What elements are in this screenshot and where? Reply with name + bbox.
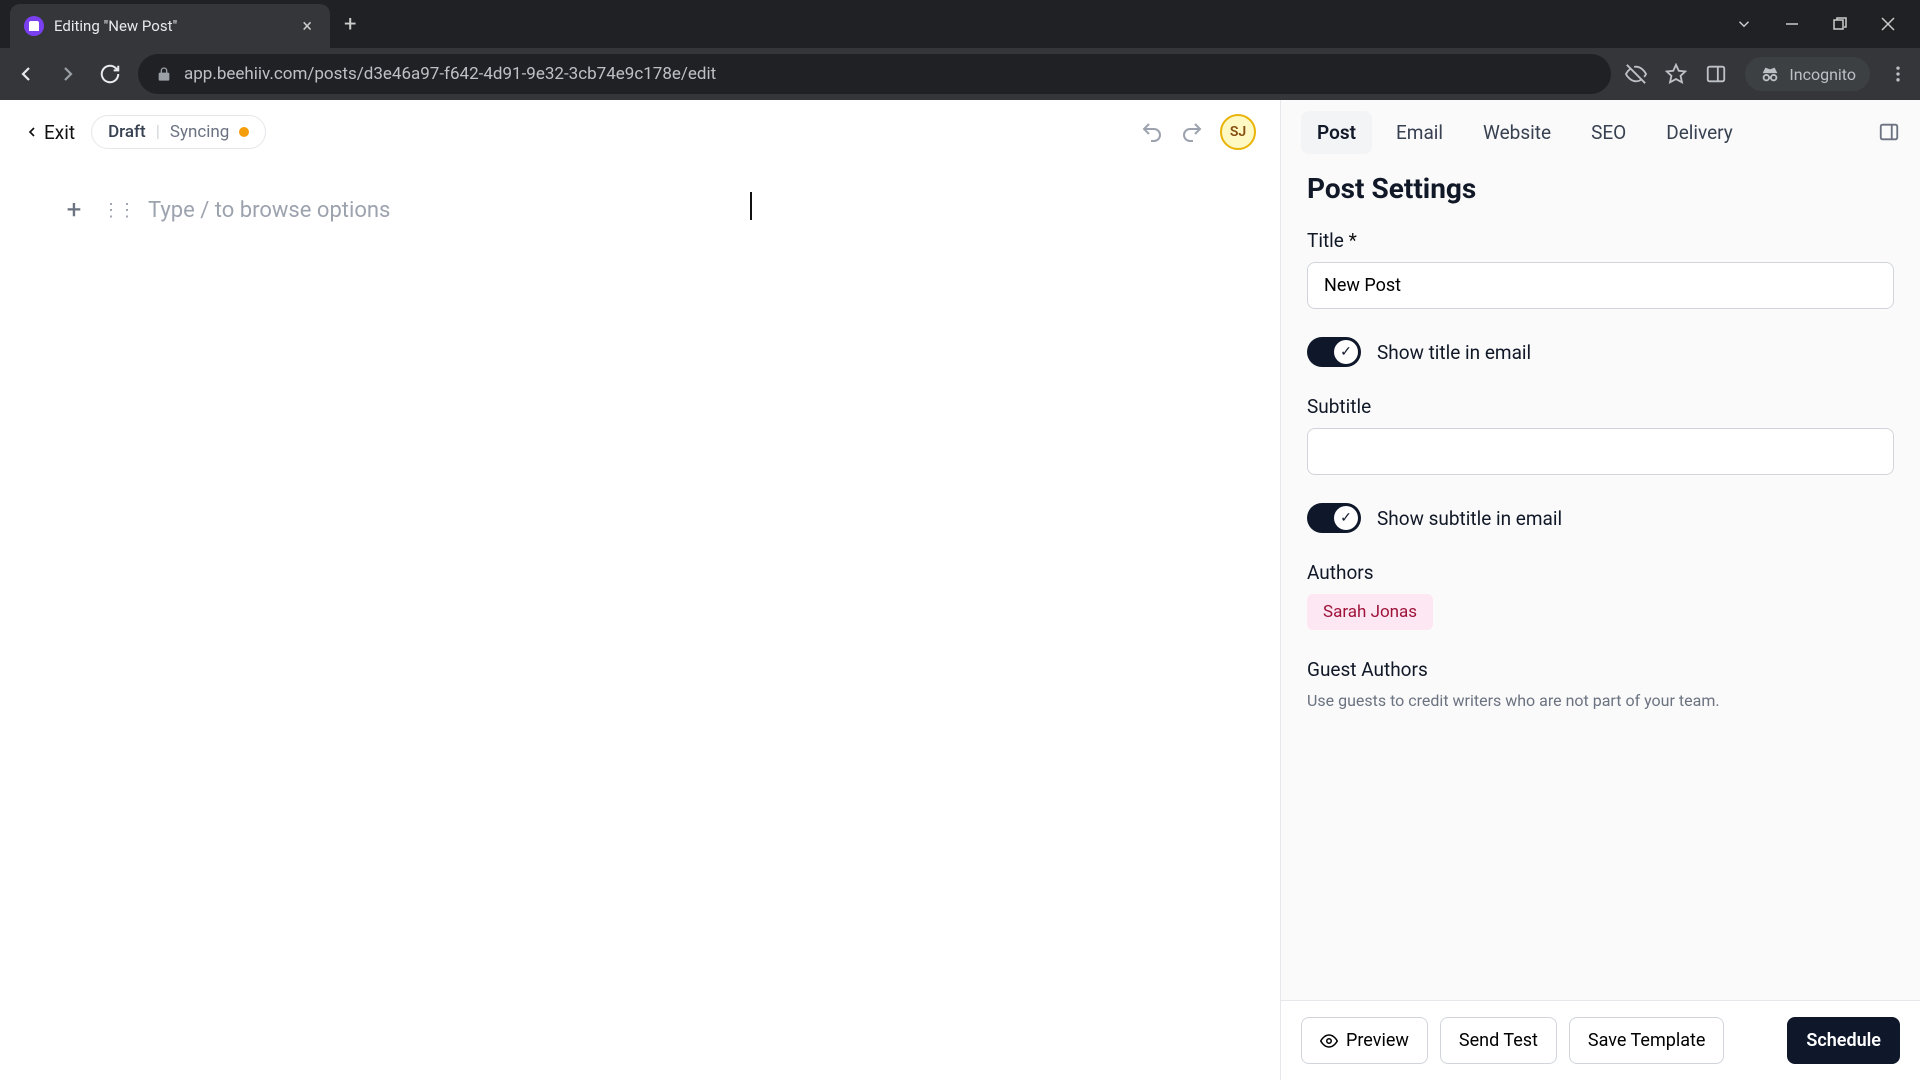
footer-actions: Preview Send Test Save Template Schedule <box>1281 1000 1920 1080</box>
send-test-button[interactable]: Send Test <box>1440 1017 1557 1064</box>
author-chip[interactable]: Sarah Jonas <box>1307 594 1433 630</box>
new-tab-button[interactable]: + <box>344 12 356 37</box>
incognito-label: Incognito <box>1789 65 1856 84</box>
editor-pane: Exit Draft | Syncing SJ + ⋮⋮ Type / to b… <box>0 100 1280 1080</box>
star-icon[interactable] <box>1665 63 1687 85</box>
show-subtitle-label: Show subtitle in email <box>1377 507 1562 530</box>
show-title-label: Show title in email <box>1377 341 1531 364</box>
guest-authors-label: Guest Authors <box>1307 658 1894 681</box>
draft-status: Draft <box>108 122 146 142</box>
reload-button[interactable] <box>96 60 124 88</box>
browser-tab-bar: Editing "New Post" × + <box>0 0 1920 48</box>
window-controls <box>1732 12 1920 36</box>
subtitle-label: Subtitle <box>1307 395 1894 418</box>
panel-icon[interactable] <box>1705 63 1727 85</box>
tab-post[interactable]: Post <box>1301 111 1372 154</box>
eye-off-icon[interactable] <box>1625 63 1647 85</box>
chevron-down-icon[interactable] <box>1732 12 1756 36</box>
back-button[interactable] <box>12 60 40 88</box>
show-title-toggle[interactable]: ✓ <box>1307 337 1361 367</box>
url-input[interactable]: app.beehiiv.com/posts/d3e46a97-f642-4d91… <box>138 54 1611 94</box>
check-icon: ✓ <box>1334 506 1358 530</box>
user-avatar[interactable]: SJ <box>1220 114 1256 150</box>
tab-seo[interactable]: SEO <box>1575 111 1642 154</box>
settings-sidebar: Post Email Website SEO Delivery Post Set… <box>1280 100 1920 1080</box>
exit-label: Exit <box>44 121 75 144</box>
show-subtitle-toggle[interactable]: ✓ <box>1307 503 1361 533</box>
sync-status: Syncing <box>170 122 230 142</box>
eye-icon <box>1320 1032 1338 1050</box>
incognito-icon <box>1759 63 1781 85</box>
tab-delivery[interactable]: Delivery <box>1650 111 1749 154</box>
text-cursor <box>750 192 752 220</box>
subtitle-input[interactable] <box>1307 428 1894 475</box>
undo-button[interactable] <box>1140 120 1164 144</box>
close-window-icon[interactable] <box>1876 12 1900 36</box>
add-block-button[interactable]: + <box>60 196 88 224</box>
incognito-indicator[interactable]: Incognito <box>1745 57 1870 91</box>
guest-authors-help: Use guests to credit writers who are not… <box>1307 691 1894 710</box>
check-icon: ✓ <box>1334 340 1358 364</box>
status-pill: Draft | Syncing <box>91 115 266 149</box>
browser-tab[interactable]: Editing "New Post" × <box>10 4 330 48</box>
exit-button[interactable]: Exit <box>24 121 75 144</box>
preview-button[interactable]: Preview <box>1301 1017 1428 1064</box>
schedule-button[interactable]: Schedule <box>1787 1017 1900 1064</box>
editor-placeholder: Type / to browse options <box>148 198 1220 223</box>
url-text: app.beehiiv.com/posts/d3e46a97-f642-4d91… <box>184 64 716 84</box>
drag-handle-icon[interactable]: ⋮⋮ <box>102 200 134 221</box>
collapse-sidebar-icon[interactable] <box>1878 121 1900 143</box>
close-tab-icon[interactable]: × <box>298 16 316 37</box>
lock-icon <box>156 66 172 82</box>
maximize-icon[interactable] <box>1828 12 1852 36</box>
address-bar: app.beehiiv.com/posts/d3e46a97-f642-4d91… <box>0 48 1920 100</box>
editor-header: Exit Draft | Syncing SJ <box>0 100 1280 164</box>
title-input[interactable] <box>1307 262 1894 309</box>
sidebar-tabs: Post Email Website SEO Delivery <box>1281 100 1920 164</box>
save-template-button[interactable]: Save Template <box>1569 1017 1725 1064</box>
kebab-menu-icon[interactable] <box>1888 64 1908 84</box>
chevron-left-icon <box>24 124 40 140</box>
sync-dot-icon <box>239 127 249 137</box>
title-label: Title * <box>1307 229 1894 252</box>
authors-label: Authors <box>1307 561 1894 584</box>
site-favicon <box>24 16 44 36</box>
editor-body[interactable]: + ⋮⋮ Type / to browse options <box>0 164 1280 1080</box>
tab-title: Editing "New Post" <box>54 17 288 35</box>
forward-button[interactable] <box>54 60 82 88</box>
tab-email[interactable]: Email <box>1380 111 1459 154</box>
settings-heading: Post Settings <box>1307 172 1894 205</box>
minimize-icon[interactable] <box>1780 12 1804 36</box>
tab-website[interactable]: Website <box>1467 111 1567 154</box>
redo-button[interactable] <box>1180 120 1204 144</box>
